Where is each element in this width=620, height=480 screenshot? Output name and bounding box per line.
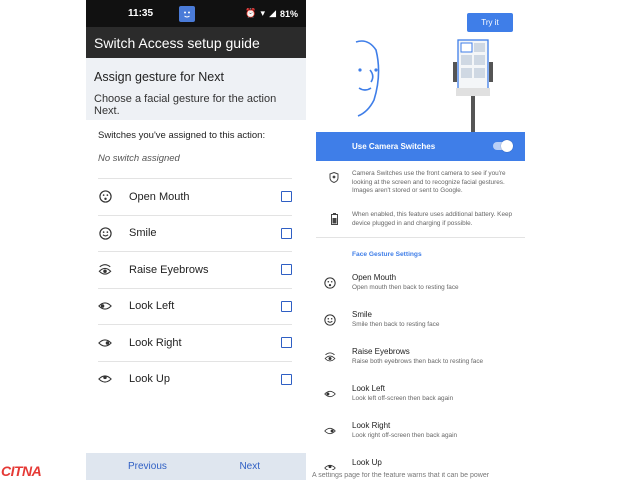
app-face-icon: [179, 5, 196, 22]
setting-title: Open Mouth: [352, 273, 397, 282]
look-left-icon: [324, 390, 336, 398]
gesture-row-raise-eyebrows[interactable]: Raise Eyebrows: [98, 251, 292, 288]
gesture-checkbox[interactable]: [281, 264, 292, 276]
gesture-card: Switches you've assigned to this action:…: [86, 120, 306, 454]
setting-subtitle: Smile then back to resting face: [352, 321, 440, 328]
gesture-checkbox[interactable]: [281, 300, 292, 312]
wifi-icon: ▾: [260, 8, 266, 18]
caption-text: A settings page for the feature warns th…: [312, 472, 490, 479]
setting-open-mouth[interactable]: Open Mouth Open mouth then back to resti…: [316, 273, 525, 309]
gesture-label: Open Mouth: [129, 190, 190, 203]
info-camera-row: Camera Switches use the front camera to …: [316, 170, 525, 196]
battery-level: 81%: [279, 8, 298, 19]
gesture-label: Look Right: [129, 336, 182, 349]
smile-icon: [98, 226, 112, 240]
screenshot-stage: 11:35 ⏰ ▾ ◢ 81% Switch Access setup guid…: [0, 0, 620, 480]
look-up-icon: [98, 372, 112, 386]
header-subtitle: Choose a facial gesture for the action N…: [94, 93, 277, 117]
open-mouth-icon: [98, 190, 112, 204]
setting-title: Look Left: [352, 384, 385, 393]
gesture-row-look-left[interactable]: Look Left: [98, 287, 292, 325]
setting-look-right[interactable]: Look Right Look right off-screen then ba…: [316, 421, 525, 457]
signal-icon: ◢: [269, 8, 276, 18]
no-switch-text: No switch assigned: [98, 153, 180, 164]
face-id-icon: [316, 170, 352, 196]
gesture-label: Raise Eyebrows: [129, 263, 209, 276]
gesture-checkbox[interactable]: [281, 373, 292, 385]
use-camera-switches-label: Use Camera Switches: [352, 142, 436, 151]
right-phone-screen: Try it Use Camera Switches Camera Switch…: [316, 0, 525, 470]
svg-text:CITNA: CITNA: [1, 463, 42, 479]
status-bar: 11:35 ⏰ ▾ ◢ 81%: [86, 0, 306, 27]
setting-subtitle: Raise both eyebrows then back to resting…: [352, 358, 484, 365]
gesture-checkbox[interactable]: [281, 227, 292, 239]
assigned-label: Switches you've assigned to this action:: [98, 130, 266, 141]
citna-logo: CITNA: [0, 462, 48, 480]
face-gesture-settings-heading: Face Gesture Settings: [352, 251, 422, 258]
gesture-label: Look Up: [129, 373, 170, 386]
gesture-row-look-right[interactable]: Look Right: [98, 324, 292, 361]
status-icons: ⏰ ▾ ◢ 81%: [245, 8, 298, 19]
gesture-label: Look Left: [129, 300, 175, 313]
raise-eyebrows-icon: [324, 352, 336, 362]
info-battery-text: When enabled, this feature uses addition…: [352, 211, 513, 227]
status-time: 11:35: [128, 8, 154, 19]
next-button[interactable]: Next: [239, 461, 260, 472]
info-camera-text: Camera Switches use the front camera to …: [352, 170, 506, 195]
face-and-phone-illustration: [355, 39, 493, 132]
toolbar-title: Switch Access setup guide: [94, 34, 260, 51]
bottom-nav: Previous Next: [86, 453, 306, 480]
left-phone-screen: 11:35 ⏰ ▾ ◢ 81% Switch Access setup guid…: [86, 0, 306, 480]
setting-subtitle: Look left off-screen then back again: [352, 395, 454, 402]
gesture-checkbox[interactable]: [281, 191, 292, 203]
header-block: Assign gesture for Next Choose a facial …: [86, 58, 306, 120]
camera-switches-toggle[interactable]: [493, 140, 513, 152]
setting-title: Look Up: [352, 458, 382, 467]
gesture-row-smile[interactable]: Smile: [98, 214, 292, 252]
setting-title: Look Right: [352, 421, 391, 430]
gesture-row-open-mouth[interactable]: Open Mouth: [98, 178, 292, 215]
setting-raise-eyebrows[interactable]: Raise Eyebrows Raise both eyebrows then …: [316, 347, 525, 383]
header-title: Assign gesture for Next: [94, 70, 224, 84]
look-left-icon: [98, 299, 112, 313]
gesture-label: Smile: [129, 227, 157, 240]
setting-look-up[interactable]: Look Up: [316, 458, 525, 470]
battery-icon: [316, 211, 352, 228]
setting-title: Raise Eyebrows: [352, 347, 410, 356]
info-battery-row: When enabled, this feature uses addition…: [316, 211, 525, 228]
look-up-icon: [324, 464, 336, 470]
setting-smile[interactable]: Smile Smile then back to resting face: [316, 310, 525, 346]
toolbar: Switch Access setup guide: [86, 27, 306, 58]
divider: [316, 237, 525, 238]
raise-eyebrows-icon: [98, 263, 112, 277]
gesture-list: Open Mouth Smile Raise Eyebrows Look Lef…: [86, 178, 306, 397]
setting-title: Smile: [352, 310, 373, 319]
open-mouth-icon: [324, 277, 336, 289]
alarm-icon: ⏰: [245, 8, 257, 18]
look-right-icon: [98, 336, 112, 350]
setting-subtitle: Look right off-screen then back again: [352, 432, 458, 439]
use-camera-switches-row[interactable]: Use Camera Switches: [316, 132, 525, 161]
setting-look-left[interactable]: Look Left Look left off-screen then back…: [316, 384, 525, 420]
gesture-row-look-up[interactable]: Look Up: [98, 360, 292, 398]
setting-subtitle: Open mouth then back to resting face: [352, 284, 459, 291]
look-right-icon: [324, 427, 336, 435]
previous-button[interactable]: Previous: [128, 461, 167, 472]
smile-icon: [324, 314, 336, 326]
gesture-checkbox[interactable]: [281, 337, 292, 349]
